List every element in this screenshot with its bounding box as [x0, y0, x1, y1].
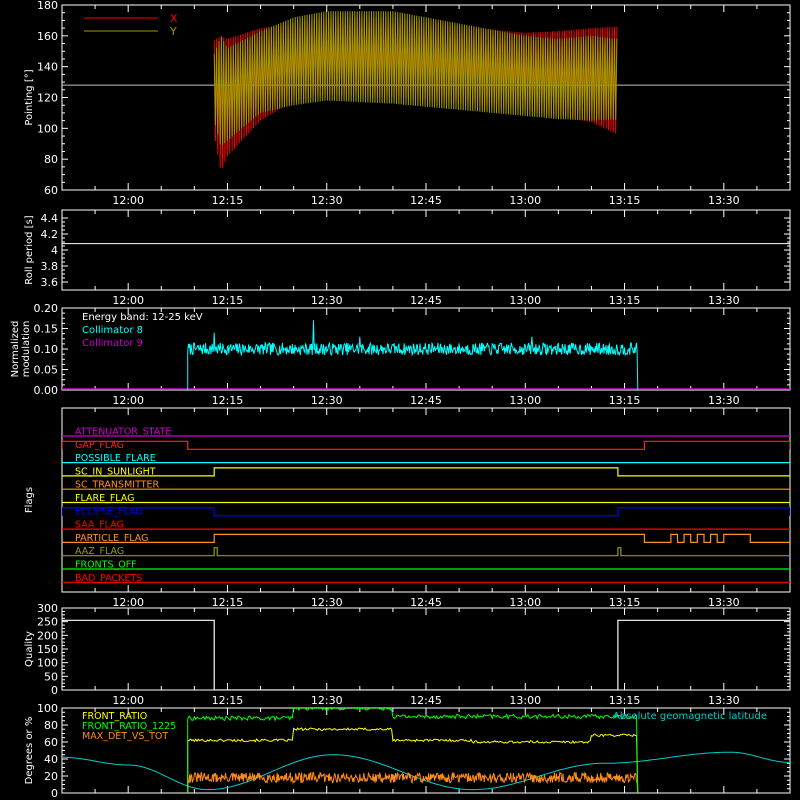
y-axis-label: Normalizedmodulation [10, 321, 32, 378]
x-tick-label: 13:30 [708, 596, 740, 609]
flag-label: SAA_FLAG [75, 520, 124, 531]
figure: Pointing [°] 60 80 100 120 140 160 180 12:00 12:1… [0, 0, 800, 800]
y-axis-label: Roll period [s] [24, 215, 35, 284]
x-tick-label: 12:15 [212, 596, 244, 609]
y-tick-label: 40 [44, 753, 58, 766]
flag-label: ECLIPSE_FLAG [75, 506, 143, 517]
legend-label: Y [169, 25, 177, 38]
y-tick-label: 120 [37, 92, 58, 105]
x-tick-label: 12:45 [410, 694, 442, 707]
legend-label: Collimator 8 [82, 325, 143, 336]
y-tick-label: 3.6 [41, 276, 59, 289]
x-tick-label: 12:00 [112, 194, 144, 207]
x-tick-label: 12:30 [311, 596, 343, 609]
y-tick-label: 100 [37, 122, 58, 135]
y-tick-label: 4.2 [41, 228, 59, 241]
x-tick-label: 13:00 [509, 694, 541, 707]
flag-label: SC_TRANSMITTER [75, 480, 160, 491]
x-tick-label: 12:00 [112, 694, 144, 707]
y-tick-label: 60 [44, 736, 58, 749]
flag-label: PARTICLE_FLAG [75, 533, 148, 544]
y-tick-label: 180 [37, 0, 58, 12]
y-tick-label: 0 [51, 684, 58, 697]
y-tick-label: 0.10 [34, 343, 59, 356]
x-tick-label: 12:45 [410, 294, 442, 307]
x-tick-label: 12:45 [410, 394, 442, 407]
x-tick-label: 13:15 [609, 194, 641, 207]
y-tick-label: 140 [37, 61, 58, 74]
x-tick-label: 12:30 [311, 394, 343, 407]
y-tick-label: 80 [44, 719, 58, 732]
x-tick-label: 13:15 [609, 294, 641, 307]
x-tick-label: 12:15 [212, 294, 244, 307]
x-tick-label: 13:30 [708, 194, 740, 207]
flag-label: GAP_FLAG [75, 440, 124, 451]
x-tick-label: 13:30 [708, 294, 740, 307]
x-tick-label: 12:30 [311, 694, 343, 707]
y-tick-label: 4.4 [41, 212, 59, 225]
legend-label: Absolute geomagnetic latitude [613, 711, 767, 722]
x-tick-label: 13:15 [609, 596, 641, 609]
y-tick-label: 20 [44, 770, 58, 783]
legend-label: MAX_DET_VS_TOT [82, 731, 168, 742]
x-tick-label: 12:00 [112, 596, 144, 609]
x-tick-label: 12:15 [212, 194, 244, 207]
x-tick-label: 13:30 [708, 694, 740, 707]
x-tick-label: 13:15 [609, 394, 641, 407]
y-tick-label: 0.05 [34, 364, 59, 377]
x-tick-label: 13:30 [708, 394, 740, 407]
flag-label: AAZ_FLAG [75, 546, 124, 557]
x-tick-label: 12:30 [311, 194, 343, 207]
y-tick-label: 4 [51, 244, 58, 257]
flag-label: FLARE_FLAG [75, 493, 135, 504]
flag-label: ATTENUATOR_STATE [75, 427, 171, 438]
flag-label: SC_IN_SUNLIGHT [75, 466, 156, 477]
y-tick-label: 100 [37, 702, 58, 715]
x-tick-label: 13:15 [609, 694, 641, 707]
x-tick-label: 12:00 [112, 294, 144, 307]
y-tick-label: 250 [37, 616, 58, 629]
energy-band-annotation: Energy band: 12-25 keV [82, 312, 203, 323]
y-tick-label: 60 [44, 184, 58, 197]
y-axis-label: Flags [24, 487, 35, 513]
y-axis-label: Pointing [°] [24, 69, 35, 125]
y-tick-label: 300 [37, 602, 58, 615]
y-tick-label: 150 [37, 643, 58, 656]
y-tick-label: 3.8 [41, 260, 59, 273]
y-tick-label: 200 [37, 629, 58, 642]
flag-label: POSSIBLE_FLARE [75, 453, 156, 464]
y-tick-label: 160 [37, 30, 58, 43]
y-axis-label: Degrees or % [24, 717, 35, 785]
y-tick-label: 0.00 [34, 384, 59, 397]
x-tick-label: 12:15 [212, 394, 244, 407]
y-tick-label: 100 [37, 657, 58, 670]
x-tick-label: 13:00 [509, 596, 541, 609]
y-tick-label: 0.20 [34, 302, 59, 315]
legend-label: X [170, 12, 178, 25]
x-tick-label: 12:45 [410, 596, 442, 609]
y-tick-label: 0.15 [34, 323, 59, 336]
y-axis-label: Quality [24, 631, 35, 667]
x-tick-label: 12:30 [311, 294, 343, 307]
x-tick-label: 12:00 [112, 394, 144, 407]
flag-label: BAD_PACKETS [75, 573, 142, 584]
y-tick-label: 80 [44, 153, 58, 166]
y-tick-label: 50 [44, 670, 58, 683]
y-tick-label: 0 [51, 787, 58, 800]
x-tick-label: 13:00 [509, 394, 541, 407]
legend-label: Collimator 9 [82, 338, 143, 349]
x-tick-label: 13:00 [509, 194, 541, 207]
x-tick-label: 13:00 [509, 294, 541, 307]
flag-label: FRONTS_OFF [75, 560, 137, 571]
x-tick-label: 12:45 [410, 194, 442, 207]
x-tick-label: 12:15 [212, 694, 244, 707]
